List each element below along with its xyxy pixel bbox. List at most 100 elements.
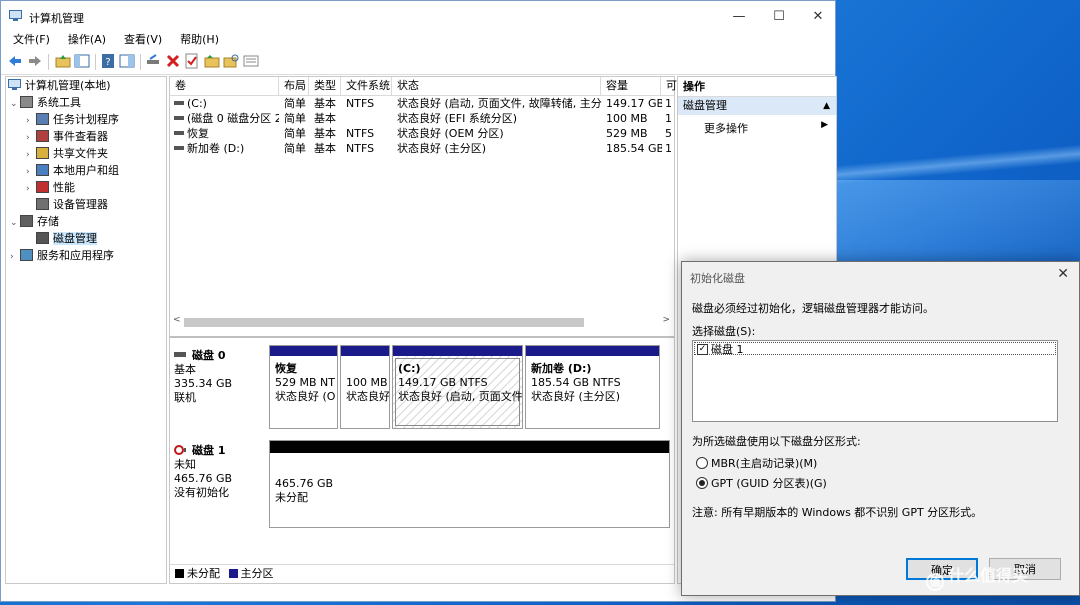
collapsed-chevron-icon[interactable]: › bbox=[26, 147, 36, 163]
tree-item[interactable]: ⌄ 系统工具 bbox=[10, 95, 81, 111]
tree-item[interactable]: › 任务计划程序 bbox=[26, 112, 119, 128]
maximize-button[interactable]: ☐ bbox=[759, 7, 799, 27]
disk0-info[interactable]: 磁盘 0 基本 335.34 GB 联机 bbox=[174, 349, 264, 405]
tree-item[interactable]: › 本地用户和组 bbox=[26, 163, 119, 179]
expanded-chevron-icon[interactable]: ⌄ bbox=[10, 215, 20, 231]
col-layout[interactable]: 布局 bbox=[279, 77, 309, 95]
disk1-info[interactable]: 磁盘 1 未知 465.76 GB 没有初始化 bbox=[174, 444, 264, 500]
disk-management-pane: 卷 布局 类型 文件系统 状态 容量 可 (C:) 简单 基本 NTFS 状态良好 (启… bbox=[169, 76, 677, 584]
col-filesystem[interactable]: 文件系统 bbox=[341, 77, 392, 95]
tree-item-label: 任务计划程序 bbox=[53, 113, 119, 126]
actions-header: 操作 bbox=[678, 77, 836, 97]
dialog-note: 注意: 所有早期版本的 Windows 都不识别 GPT 分区形式。 bbox=[692, 506, 983, 519]
volume-cell: 基本 bbox=[314, 97, 336, 110]
gpt-option-label[interactable]: GPT (GUID 分区表)(G) bbox=[711, 475, 827, 491]
up-folder-icon[interactable] bbox=[55, 53, 71, 69]
computer-management-icon bbox=[9, 10, 22, 21]
disk0-partitions: 恢复 529 MB NT 状态良好 (O 100 MB 状态良好 (C:) 149.17… bbox=[269, 345, 660, 429]
list-view-icon[interactable] bbox=[243, 53, 259, 69]
volume-row[interactable]: 恢复 简单 基本 NTFS 状态良好 (OEM 分区) 529 MB 5 bbox=[170, 126, 674, 141]
collapsed-chevron-icon[interactable]: › bbox=[26, 113, 36, 129]
volume-cell: 5 bbox=[665, 127, 672, 140]
volume-cell: 1 bbox=[665, 142, 672, 155]
volume-row[interactable]: (磁盘 0 磁盘分区 2) 简单 基本 状态良好 (EFI 系统分区) 100 MB 1 bbox=[170, 111, 674, 126]
volume-row[interactable]: 新加卷 (D:) 简单 基本 NTFS 状态良好 (主分区) 185.54 GB 1 bbox=[170, 141, 674, 156]
back-arrow-icon[interactable] bbox=[7, 53, 23, 69]
storage-icon bbox=[20, 215, 33, 227]
tree-item[interactable]: 设备管理器 bbox=[26, 197, 108, 213]
mbr-radio[interactable] bbox=[696, 457, 708, 469]
scroll-left-icon[interactable]: < bbox=[173, 315, 181, 325]
col-free[interactable]: 可 bbox=[661, 77, 677, 95]
tree-item[interactable]: › 性能 bbox=[26, 180, 75, 196]
tree-item-label: 服务和应用程序 bbox=[37, 249, 114, 262]
minimize-button[interactable]: — bbox=[719, 7, 759, 27]
tree-item[interactable]: › 服务和应用程序 bbox=[10, 248, 114, 264]
dialog-close-icon[interactable]: ✕ bbox=[1057, 266, 1069, 282]
collapse-up-icon[interactable]: ▲ bbox=[823, 97, 830, 115]
disk1-checkbox[interactable]: ✓ bbox=[697, 344, 708, 355]
col-volume[interactable]: 卷 bbox=[170, 77, 279, 95]
disk-listbox[interactable]: ✓ 磁盘 1 bbox=[692, 340, 1058, 422]
volume-drive-icon bbox=[174, 116, 184, 120]
help-icon[interactable]: ? bbox=[100, 53, 116, 69]
users-icon bbox=[36, 164, 49, 176]
col-status[interactable]: 状态 bbox=[392, 77, 601, 95]
actions-section-disk-management[interactable]: 磁盘管理 ▲ bbox=[678, 97, 836, 115]
menu-view[interactable]: 查看(V) bbox=[124, 31, 162, 49]
scroll-right-icon[interactable]: > bbox=[662, 315, 670, 325]
dialog-title: 初始化磁盘 bbox=[690, 272, 745, 285]
shared-folder-icon bbox=[36, 147, 49, 159]
volume-cell: 基本 bbox=[314, 127, 336, 140]
volume-row[interactable]: (C:) 简单 基本 NTFS 状态良好 (启动, 页面文件, 故障转储, 主分区) 14… bbox=[170, 96, 674, 111]
volume-list-header: 卷 布局 类型 文件系统 状态 容量 可 bbox=[170, 77, 677, 96]
collapsed-chevron-icon[interactable]: › bbox=[26, 181, 36, 197]
volume-cell: 1 bbox=[665, 97, 672, 110]
tree-item[interactable]: ⌄ 存储 bbox=[10, 214, 59, 230]
partition-size: 185.54 GB NTFS bbox=[531, 376, 621, 389]
disk0-status: 联机 bbox=[174, 391, 196, 404]
partition-recovery[interactable]: 恢复 529 MB NT 状态良好 (O bbox=[269, 345, 338, 429]
collapsed-chevron-icon[interactable]: › bbox=[26, 164, 36, 180]
show-hide-tree-icon[interactable] bbox=[74, 53, 90, 69]
partition-style-label: 为所选磁盘使用以下磁盘分区形式: bbox=[692, 435, 861, 448]
partition-size: 100 MB bbox=[346, 376, 388, 389]
disk-list-item[interactable]: ✓ 磁盘 1 bbox=[694, 342, 1056, 356]
partition-efi[interactable]: 100 MB 状态良好 bbox=[340, 345, 390, 429]
title-bar[interactable]: 计算机管理 — ☐ ✕ bbox=[1, 1, 835, 31]
open-folder-icon[interactable] bbox=[204, 53, 220, 69]
partition-status: 状态良好 (O bbox=[275, 390, 336, 403]
horizontal-scrollbar[interactable]: < > bbox=[170, 315, 674, 329]
partition-title: 恢复 bbox=[275, 362, 297, 375]
col-type[interactable]: 类型 bbox=[309, 77, 341, 95]
properties-pane-icon[interactable] bbox=[119, 53, 135, 69]
collapsed-chevron-icon[interactable]: › bbox=[10, 249, 20, 265]
expanded-chevron-icon[interactable]: ⌄ bbox=[10, 96, 20, 112]
mbr-option-label[interactable]: MBR(主启动记录)(M) bbox=[711, 455, 817, 471]
disk-icon bbox=[174, 352, 186, 357]
gpt-radio[interactable] bbox=[696, 477, 708, 489]
more-actions-item[interactable]: 更多操作 ▶ bbox=[704, 120, 832, 136]
partition-c[interactable]: (C:) 149.17 GB NTFS 状态良好 (启动, 页面文件, bbox=[392, 345, 523, 429]
partition-unallocated[interactable]: 465.76 GB 未分配 bbox=[269, 440, 670, 528]
partition-d[interactable]: 新加卷 (D:) 185.54 GB NTFS 状态良好 (主分区) bbox=[525, 345, 660, 429]
connect-disk-icon[interactable] bbox=[145, 53, 161, 69]
tree-item[interactable]: › 共享文件夹 bbox=[26, 146, 108, 162]
disk1-status: 没有初始化 bbox=[174, 486, 229, 499]
menu-file[interactable]: 文件(F) bbox=[13, 31, 50, 49]
menu-action[interactable]: 操作(A) bbox=[68, 31, 106, 49]
collapsed-chevron-icon[interactable]: › bbox=[26, 130, 36, 146]
delete-icon[interactable] bbox=[165, 53, 181, 69]
scrollbar-thumb[interactable] bbox=[184, 318, 584, 327]
tree-root[interactable]: 计算机管理(本地) bbox=[8, 78, 111, 94]
tree-item[interactable]: › 事件查看器 bbox=[26, 129, 108, 145]
search-folder-icon[interactable] bbox=[223, 53, 239, 69]
tree-item[interactable]: 磁盘管理 bbox=[26, 231, 97, 247]
close-button[interactable]: ✕ bbox=[798, 7, 838, 27]
check-icon[interactable] bbox=[184, 53, 200, 69]
col-capacity[interactable]: 容量 bbox=[601, 77, 661, 95]
menu-help[interactable]: 帮助(H) bbox=[180, 31, 219, 49]
volume-cell: NTFS bbox=[346, 142, 375, 155]
partition-size: 529 MB NT bbox=[275, 376, 335, 389]
forward-arrow-icon[interactable] bbox=[27, 53, 43, 69]
